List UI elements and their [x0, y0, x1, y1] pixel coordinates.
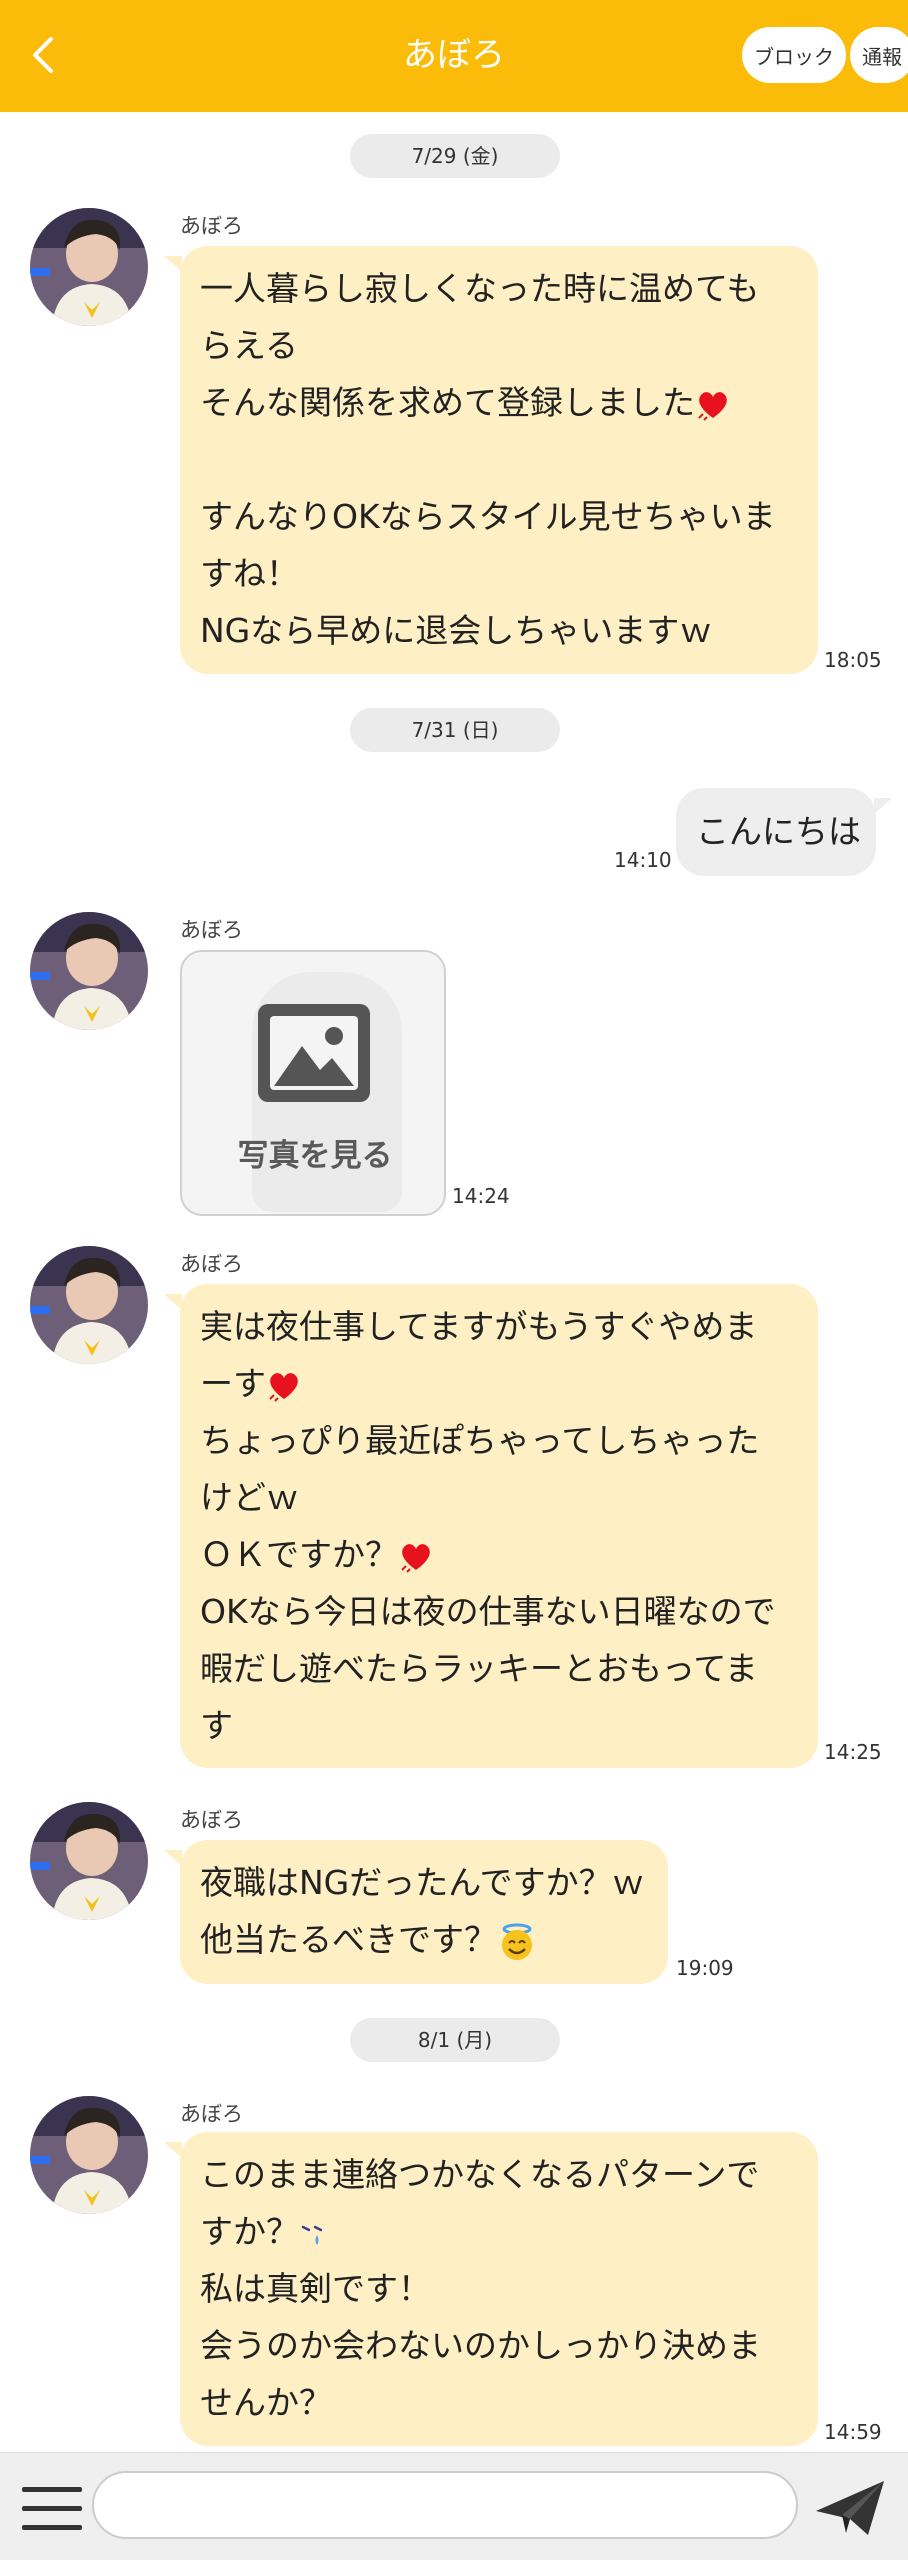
sender-name: あぼろ: [180, 1808, 243, 1832]
incoming-message: このまま連絡つかなくなるパターンで すか？ 私は真剣です！ 会うのか会わないのか…: [164, 2132, 818, 2446]
message-line: 私は真剣です！: [200, 2269, 431, 2308]
message-line: ＯＫですか？: [200, 1526, 798, 1583]
message-time: 18:05: [824, 648, 882, 672]
send-button[interactable]: [812, 2475, 890, 2541]
sender-name: あぼろ: [180, 1252, 243, 1276]
message-composer: [0, 2452, 908, 2560]
message-line: す: [200, 1706, 233, 1745]
message-line: そんな関係を求めて登録しました: [200, 374, 798, 431]
message-time: 14:10: [614, 848, 672, 872]
avatar[interactable]: [30, 1246, 148, 1364]
heart-icon: [401, 1543, 430, 1573]
avatar[interactable]: [30, 912, 148, 1030]
avatar[interactable]: [30, 2096, 148, 2214]
paper-plane-send-icon: [816, 2481, 884, 2535]
message-line: OKなら今日は夜の仕事ない日曜なので: [200, 1592, 776, 1631]
message-time: 14:59: [824, 2420, 882, 2444]
message-line: すね！: [200, 554, 299, 593]
heart-icon: [698, 391, 727, 421]
view-photo-label: 写真を見る: [237, 1138, 393, 1174]
outgoing-message: こんにちは: [676, 788, 892, 876]
message-line: [200, 431, 798, 488]
sender-name: あぼろ: [180, 918, 243, 942]
report-button[interactable]: 通報: [850, 27, 908, 83]
block-button[interactable]: ブロック: [742, 27, 846, 83]
message-line: けどｗ: [200, 1478, 299, 1517]
sender-name: あぼろ: [180, 214, 243, 238]
date-separator: 7/29 (金): [350, 134, 560, 178]
photo-attachment[interactable]: 写真を見る: [180, 950, 446, 1216]
message-line: このまま連絡つかなくなるパターンで: [200, 2155, 760, 2194]
avatar[interactable]: [30, 208, 148, 326]
incoming-message: 実は夜仕事してますがもうすぐやめま ーす ちょっぴり最近ぽちゃってしちゃった け…: [164, 1284, 818, 1768]
message-line: 夜職はNGだったんですか？ｗ: [200, 1863, 645, 1902]
message-line: ーす: [200, 1355, 798, 1412]
chat-thread[interactable]: 7/29 (金) あぼろ 一人暮らし寂しくなった時に温めても らえる そんな関係…: [0, 112, 908, 2452]
heart-icon: [269, 1372, 298, 1402]
incoming-message: 夜職はNGだったんですか？ｗ 他当たるべきです？: [164, 1840, 668, 1984]
date-separator: 8/1 (月): [350, 2018, 560, 2062]
chat-partner-name: あぼろ: [403, 35, 505, 75]
message-time: 14:25: [824, 1740, 882, 1764]
sender-name: あぼろ: [180, 2102, 243, 2126]
message-line: すか？: [200, 2203, 798, 2260]
message-time: 19:09: [676, 1956, 734, 1980]
message-line: らえる: [200, 326, 299, 365]
message-line: NGなら早めに退会しちゃいますｗ: [200, 611, 713, 650]
message-line: 実は夜仕事してますがもうすぐやめま: [200, 1307, 758, 1346]
message-line: 暇だし遊べたらラッキーとおもってま: [200, 1649, 758, 1688]
message-input[interactable]: [92, 2471, 798, 2539]
app-header: あぼろ ブロック 通報: [0, 0, 908, 112]
back-button[interactable]: [18, 30, 68, 80]
smiling-face-with-halo-icon: [502, 1923, 532, 1960]
incoming-message: 一人暮らし寂しくなった時に温めても らえる そんな関係を求めて登録しました すん…: [164, 246, 818, 674]
message-time: 14:24: [452, 1184, 510, 1208]
image-placeholder-icon: [258, 1004, 370, 1102]
message-line: 会うのか会わないのかしっかり決めま: [200, 2326, 761, 2365]
chevron-left-icon: [33, 37, 53, 73]
message-line: ちょっぴり最近ぽちゃってしちゃった: [200, 1421, 760, 1460]
message-line: せんか？: [200, 2383, 332, 2422]
date-separator: 7/31 (日): [350, 708, 560, 752]
avatar[interactable]: [30, 1802, 148, 1920]
menu-button[interactable]: [18, 2481, 86, 2537]
message-line: こんにちは: [696, 812, 861, 851]
message-line: 他当たるべきです？: [200, 1911, 648, 1968]
message-line: すんなりOKならスタイル見せちゃいま: [200, 497, 776, 536]
hamburger-menu-icon: [22, 2487, 82, 2530]
message-line: 一人暮らし寂しくなった時に温めても: [200, 269, 760, 308]
crying-face-icon: [301, 2225, 323, 2245]
